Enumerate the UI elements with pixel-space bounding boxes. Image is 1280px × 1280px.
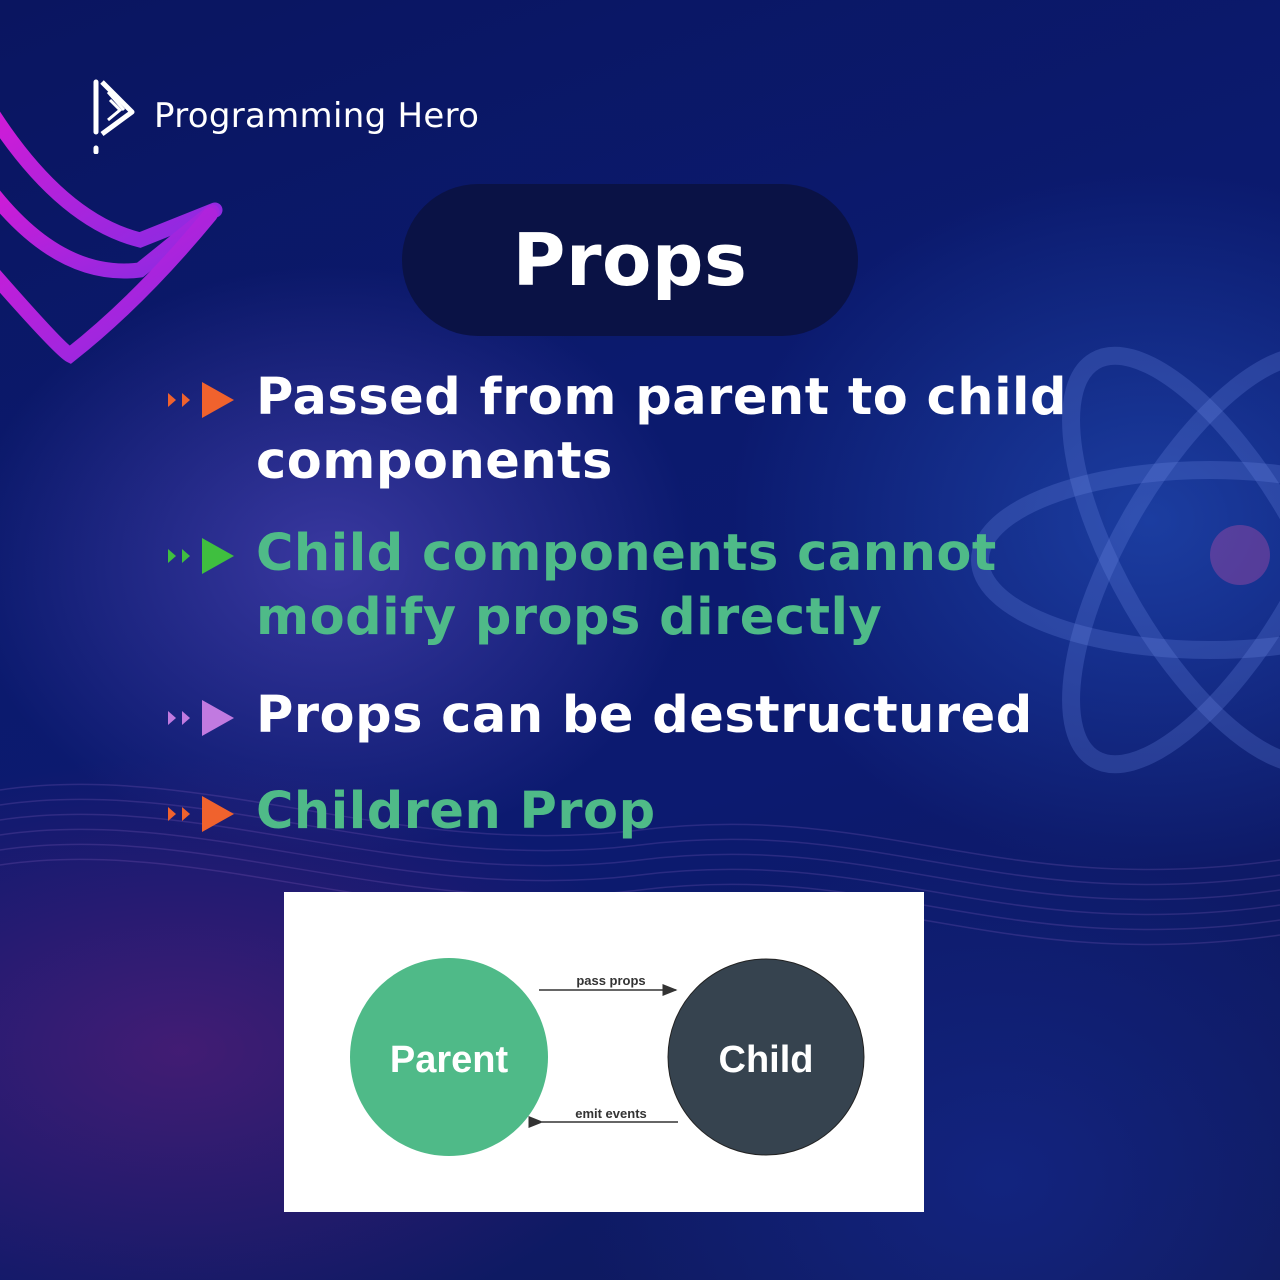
play-arrows-icon	[168, 700, 234, 736]
page-title: Props	[512, 218, 748, 302]
brand: Programming Hero	[88, 78, 479, 154]
bullet-item-4: Children Prop	[168, 780, 656, 844]
bullet-text-line: Props can be destructured	[256, 686, 1033, 745]
title-pill: Props	[402, 184, 858, 336]
play-arrows-icon	[168, 382, 234, 418]
bullet-item-1: Passed from parent to child components	[168, 366, 1067, 494]
bullet-text-line: Children Prop	[256, 782, 656, 841]
bullet-text-line: components	[256, 432, 613, 491]
bullet-text-line: Passed from parent to child	[256, 368, 1068, 427]
bullet-text-line: modify props directly	[256, 588, 883, 647]
react-atom-core	[1210, 525, 1270, 585]
bullet-item-3: Props can be destructured	[168, 684, 1033, 748]
bullet-text-line: Child components cannot	[256, 524, 997, 583]
child-label: Child	[719, 1039, 814, 1081]
pass-props-label: pass props	[576, 973, 645, 988]
play-arrows-icon	[168, 538, 234, 574]
emit-events-label: emit events	[575, 1106, 647, 1121]
brand-name: Programming Hero	[154, 96, 480, 136]
bullet-item-2: Child components cannot modify props dir…	[168, 522, 997, 650]
programming-hero-logo-icon	[93, 79, 135, 154]
parent-label: Parent	[390, 1039, 509, 1081]
parent-child-diagram: Parent Child pass props emit events	[284, 892, 924, 1212]
play-arrows-icon	[168, 796, 234, 832]
